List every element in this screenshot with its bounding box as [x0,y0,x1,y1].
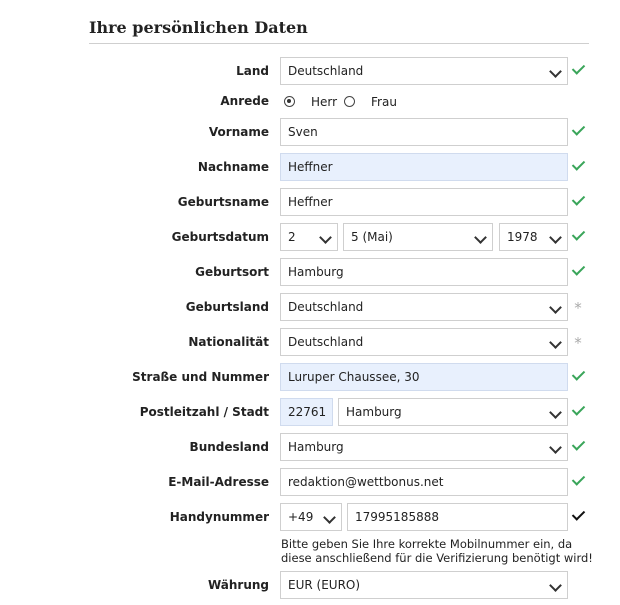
bundesland-value: Hamburg [288,440,344,454]
row-geburtsland: Geburtsland Deutschland * [0,293,620,323]
day-value: 2 [288,230,296,244]
row-strasse: Straße und Nummer Luruper Chaussee, 30 [0,363,620,393]
geburtsdatum-day-select[interactable]: 2 [280,223,338,251]
waehrung-label: Währung [207,578,269,592]
check-icon [571,509,585,523]
row-nachname: Nachname Heffner [0,153,620,183]
nachname-input[interactable]: Heffner [280,153,568,181]
land-value: Deutschland [288,64,364,78]
check-icon [571,404,585,418]
geburtsdatum-month-select[interactable]: 5 (Mai) [343,223,493,251]
row-email: E-Mail-Adresse redaktion@wettbonus.net [0,468,620,498]
check-icon [571,63,585,77]
geburtsort-input[interactable]: Hamburg [280,258,568,286]
email-input[interactable]: redaktion@wettbonus.net [280,468,568,496]
row-geburtsort: Geburtsort Hamburg [0,258,620,288]
check-icon [571,159,585,173]
waehrung-select[interactable]: EUR (EURO) [280,571,568,599]
geburtsland-label: Geburtsland [185,300,269,314]
land-select[interactable]: Deutschland [280,57,568,85]
chevron-down-icon [474,231,487,244]
check-icon [571,264,585,278]
bundesland-label: Bundesland [189,440,269,454]
section-title: Ihre persönlichen Daten [89,18,308,37]
required-asterisk: * [574,299,582,317]
check-icon [571,194,585,208]
section-divider [89,43,589,44]
year-value: 1978 [507,230,538,244]
chevron-down-icon [549,441,562,454]
required-asterisk: * [574,334,582,352]
radio-herr-label[interactable]: Herr [311,95,337,109]
check-icon [571,124,585,138]
chevron-down-icon [319,231,332,244]
radio-frau[interactable] [344,96,355,107]
stadt-select[interactable]: Hamburg [338,398,568,426]
plz-input[interactable]: 22761 [280,398,333,426]
waehrung-value: EUR (EURO) [288,578,361,592]
check-icon [571,229,585,243]
anrede-label: Anrede [220,94,269,108]
nachname-label: Nachname [197,160,269,174]
nationalitaet-value: Deutschland [288,335,364,349]
chevron-down-icon [549,301,562,314]
plz-stadt-label: Postleitzahl / Stadt [139,405,269,419]
row-land: Land Deutschland [0,57,620,87]
strasse-input[interactable]: Luruper Chaussee, 30 [280,363,568,391]
chevron-down-icon [549,406,562,419]
row-geburtsdatum: Geburtsdatum 2 5 (Mai) 1978 [0,223,620,253]
nationalitaet-select[interactable]: Deutschland [280,328,568,356]
geburtsname-input[interactable]: Heffner [280,188,568,216]
row-vorname: Vorname Sven [0,118,620,148]
prefix-value: +49 [288,510,314,524]
email-label: E-Mail-Adresse [168,475,269,489]
chevron-down-icon [549,65,562,78]
chevron-down-icon [549,336,562,349]
geburtsdatum-label: Geburtsdatum [171,230,269,244]
geburtsland-select[interactable]: Deutschland [280,293,568,321]
bundesland-select[interactable]: Hamburg [280,433,568,461]
vorname-label: Vorname [208,125,269,139]
row-handy: Handynummer +49 17995185888 [0,503,620,533]
handy-number-input[interactable]: 17995185888 [347,503,568,531]
stadt-value: Hamburg [346,405,402,419]
chevron-down-icon [549,579,562,592]
row-plz-stadt: Postleitzahl / Stadt 22761 Hamburg [0,398,620,428]
land-label: Land [236,64,269,78]
handy-hint: Bitte geben Sie Ihre korrekte Mobilnumme… [281,537,593,565]
geburtsland-value: Deutschland [288,300,364,314]
geburtsort-label: Geburtsort [195,265,269,279]
chevron-down-icon [323,511,336,524]
row-nationalitaet: Nationalität Deutschland * [0,328,620,358]
radio-frau-label[interactable]: Frau [371,95,397,109]
month-value: 5 (Mai) [351,230,393,244]
geburtsname-label: Geburtsname [177,195,269,209]
chevron-down-icon [549,231,562,244]
nationalitaet-label: Nationalität [188,335,269,349]
check-icon [571,474,585,488]
strasse-label: Straße und Nummer [132,370,269,384]
vorname-input[interactable]: Sven [280,118,568,146]
row-geburtsname: Geburtsname Heffner [0,188,620,218]
check-icon [571,439,585,453]
row-bundesland: Bundesland Hamburg [0,433,620,463]
handy-label: Handynummer [169,510,269,524]
geburtsdatum-year-select[interactable]: 1978 [499,223,568,251]
row-anrede: Anrede Herr Frau [0,88,620,118]
radio-herr[interactable] [284,96,295,107]
row-waehrung: Währung EUR (EURO) [0,571,620,601]
handy-prefix-select[interactable]: +49 [280,503,342,531]
check-icon [571,369,585,383]
